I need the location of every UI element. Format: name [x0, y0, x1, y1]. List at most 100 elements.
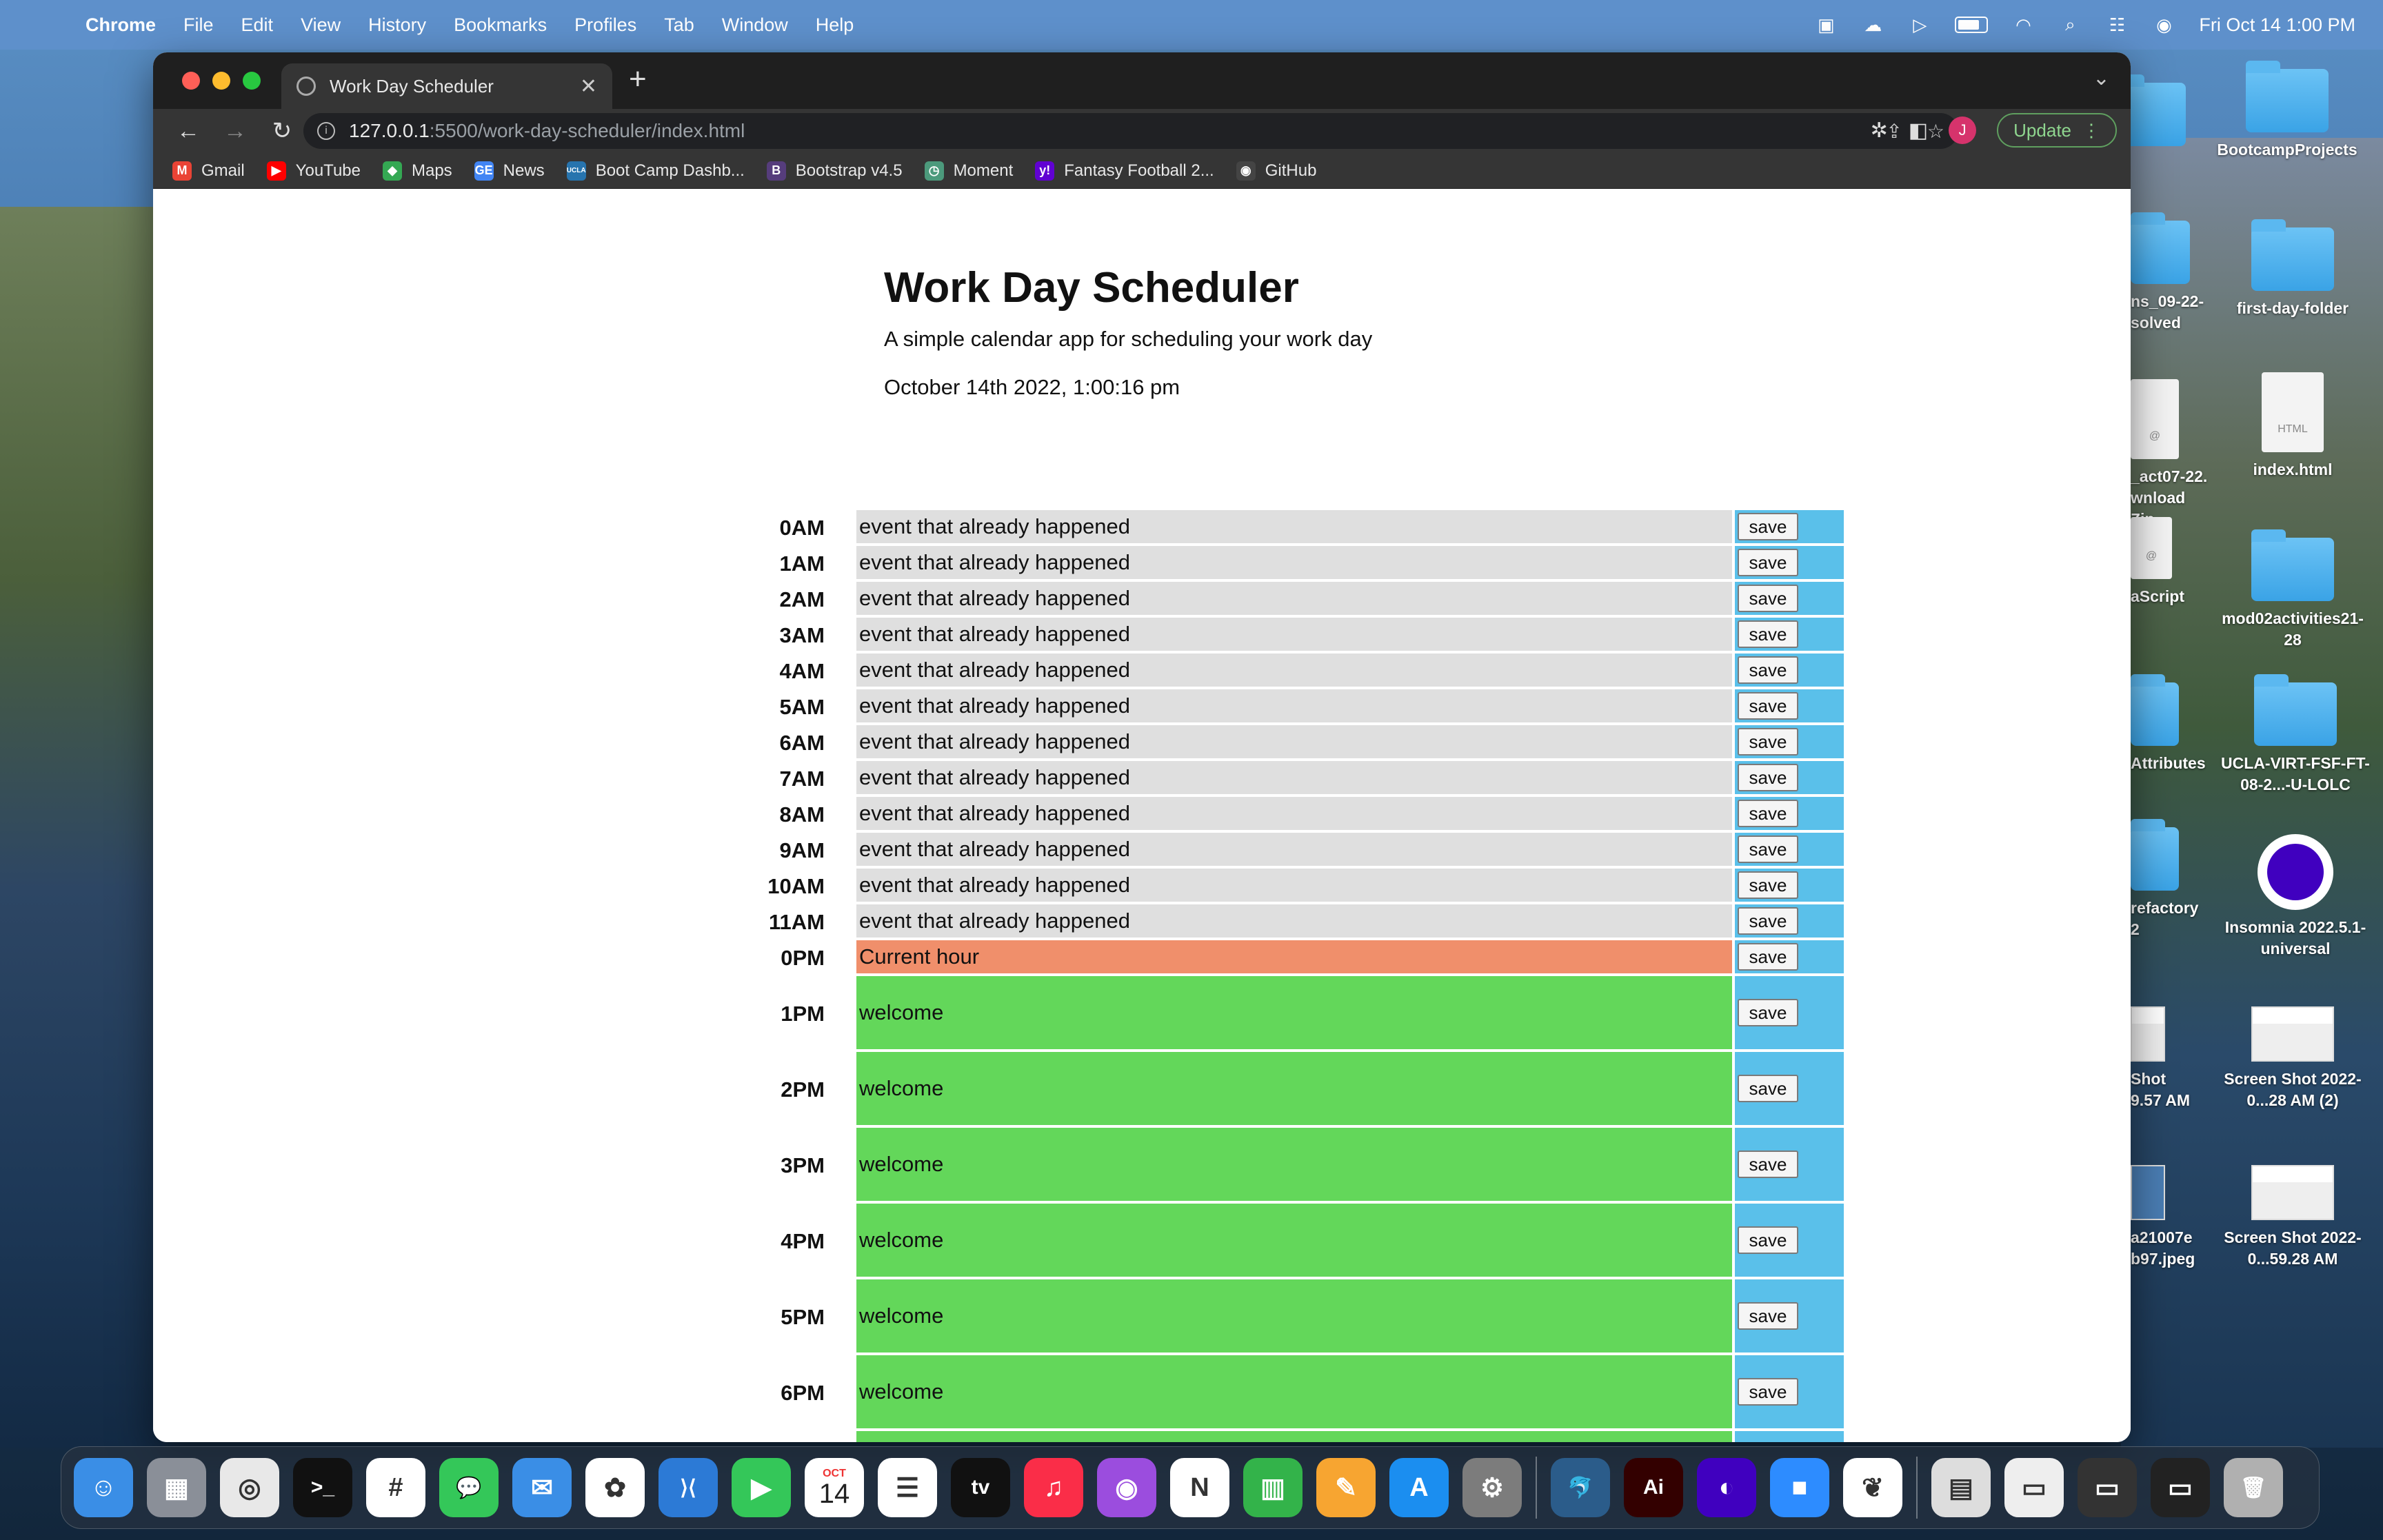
- dock-music-icon[interactable]: ♫: [1024, 1458, 1083, 1517]
- bookmark-item[interactable]: y! Fantasy Football 2...: [1035, 161, 1214, 181]
- dock-insomnia-icon[interactable]: ◐: [1697, 1458, 1756, 1517]
- desktop-partial-item[interactable]: ns_09-22- solved: [2131, 212, 2213, 334]
- desktop-folder-ucla-virt[interactable]: UCLA-VIRT-FSF-FT-08-2...-U-LOLC: [2216, 674, 2375, 796]
- save-button[interactable]: save: [1738, 1378, 1798, 1406]
- menu-bookmarks[interactable]: Bookmarks: [454, 14, 547, 36]
- spotlight-search-icon[interactable]: ⌕: [2058, 14, 2082, 35]
- event-textarea[interactable]: welcome: [856, 976, 1732, 1052]
- dock-mongodb-compass-icon[interactable]: ❦: [1843, 1458, 1902, 1517]
- event-textarea[interactable]: event that already happened: [856, 797, 1732, 833]
- desktop-partial-item[interactable]: @ _act07-22. wnload Zip: [2131, 379, 2213, 530]
- desktop-partial-item[interactable]: @ aScript: [2131, 517, 2213, 607]
- reload-button[interactable]: ↻: [270, 117, 294, 145]
- dock-slack-icon[interactable]: #: [366, 1458, 425, 1517]
- desktop-partial-item[interactable]: Shot 9.57 AM: [2131, 1006, 2213, 1111]
- menu-edit[interactable]: Edit: [241, 14, 274, 36]
- event-textarea[interactable]: event that already happened: [856, 618, 1732, 654]
- dock-vscode-icon[interactable]: ⟩⟨: [658, 1458, 718, 1517]
- dock-numbers-icon[interactable]: ▥: [1243, 1458, 1303, 1517]
- dock-photos-icon[interactable]: ✿: [585, 1458, 645, 1517]
- dock-terminal-icon[interactable]: >_: [293, 1458, 352, 1517]
- menu-history[interactable]: History: [368, 14, 426, 36]
- back-button[interactable]: ←: [177, 118, 200, 145]
- dock-podcasts-icon[interactable]: ◉: [1097, 1458, 1156, 1517]
- event-textarea[interactable]: event that already happened: [856, 869, 1732, 904]
- bookmark-item[interactable]: ◉ GitHub: [1236, 161, 1316, 181]
- new-tab-button[interactable]: +: [629, 62, 647, 97]
- dock-system-preferences-icon[interactable]: ⚙: [1462, 1458, 1522, 1517]
- menu-view[interactable]: View: [301, 14, 341, 36]
- event-textarea[interactable]: event that already happened: [856, 725, 1732, 761]
- media-play-icon[interactable]: ▷: [1908, 14, 1931, 35]
- event-textarea[interactable]: Current hour: [856, 940, 1732, 976]
- desktop-screenshot-2[interactable]: Screen Shot 2022-0...59.28 AM: [2213, 1165, 2372, 1270]
- dock-reminders-icon[interactable]: ☰: [878, 1458, 937, 1517]
- menu-help[interactable]: Help: [816, 14, 854, 36]
- save-button[interactable]: save: [1738, 692, 1798, 720]
- desktop-app-insomnia[interactable]: Insomnia 2022.5.1-universal: [2216, 834, 2375, 960]
- menu-file[interactable]: File: [183, 14, 214, 36]
- bookmark-item[interactable]: GE News: [474, 161, 545, 181]
- save-button[interactable]: save: [1738, 800, 1798, 827]
- dock-facetime-icon[interactable]: ▶: [732, 1458, 791, 1517]
- bookmark-item[interactable]: UCLA Boot Camp Dashb...: [566, 161, 745, 181]
- dock-mail-icon[interactable]: ✉: [512, 1458, 572, 1517]
- event-textarea[interactable]: event that already happened: [856, 761, 1732, 797]
- dock-recent-window-3-icon[interactable]: ▭: [2151, 1458, 2210, 1517]
- save-button[interactable]: save: [1738, 728, 1798, 756]
- wifi-icon[interactable]: ◠: [2011, 14, 2035, 35]
- dock-illustrator-icon[interactable]: Ai: [1624, 1458, 1683, 1517]
- dock-finder-icon[interactable]: ☺: [74, 1458, 133, 1517]
- save-button[interactable]: save: [1738, 620, 1798, 648]
- profile-avatar[interactable]: J: [1949, 116, 1977, 144]
- menu-window[interactable]: Window: [722, 14, 788, 36]
- tab-work-day-scheduler[interactable]: Work Day Scheduler ✕: [281, 63, 612, 109]
- event-textarea[interactable]: event that already happened: [856, 582, 1732, 618]
- site-info-icon[interactable]: i: [317, 122, 335, 140]
- event-textarea[interactable]: welcome: [856, 1279, 1732, 1355]
- menu-profiles[interactable]: Profiles: [574, 14, 636, 36]
- desktop-partial-item[interactable]: refactory 2: [2131, 819, 2213, 940]
- save-button[interactable]: save: [1738, 871, 1798, 899]
- bookmark-item[interactable]: ▶ YouTube: [266, 161, 361, 181]
- minimize-window-button[interactable]: [212, 72, 230, 90]
- desktop-partial-item[interactable]: a21007e b97.jpeg: [2131, 1165, 2213, 1270]
- zoom-status-icon[interactable]: ▣: [1814, 14, 1838, 35]
- event-textarea[interactable]: event that already happened: [856, 904, 1732, 940]
- bookmark-item[interactable]: ◷ Moment: [924, 161, 1013, 181]
- save-button[interactable]: save: [1738, 907, 1798, 935]
- dock-preview-doc-icon[interactable]: ▤: [1931, 1458, 1991, 1517]
- dock-apple-tv-icon[interactable]: tv: [951, 1458, 1010, 1517]
- menu-tab[interactable]: Tab: [664, 14, 694, 36]
- extensions-puzzle-icon[interactable]: ✲: [1871, 119, 1888, 143]
- forward-button[interactable]: →: [223, 118, 247, 145]
- event-textarea[interactable]: event that already happened: [856, 546, 1732, 582]
- desktop-screenshot-1[interactable]: Screen Shot 2022-0...28 AM (2): [2213, 1006, 2372, 1111]
- save-button[interactable]: save: [1738, 835, 1798, 863]
- tab-search-chevron-icon[interactable]: ⌄: [2093, 66, 2110, 90]
- save-button[interactable]: save: [1738, 1151, 1798, 1178]
- dock-recent-window-1-icon[interactable]: ▭: [2004, 1458, 2064, 1517]
- save-button[interactable]: save: [1738, 585, 1798, 612]
- zoom-window-button[interactable]: [243, 72, 261, 90]
- event-textarea[interactable]: welcome: [856, 1128, 1732, 1204]
- desktop-folder-bootcampprojects[interactable]: BootcampProjects: [2208, 61, 2366, 161]
- save-button[interactable]: save: [1738, 1302, 1798, 1330]
- event-textarea[interactable]: event that already happened: [856, 654, 1732, 689]
- siri-icon[interactable]: ◉: [2152, 14, 2175, 35]
- menu-bar-clock[interactable]: Fri Oct 14 1:00 PM: [2199, 14, 2355, 36]
- event-textarea[interactable]: welcome: [856, 1204, 1732, 1279]
- bookmark-item[interactable]: M Gmail: [172, 161, 245, 181]
- dock-chrome-icon[interactable]: ◎: [220, 1458, 279, 1517]
- dock-pages-icon[interactable]: ✎: [1316, 1458, 1376, 1517]
- save-button[interactable]: save: [1738, 656, 1798, 684]
- dock-app-store-icon[interactable]: A: [1389, 1458, 1449, 1517]
- close-tab-icon[interactable]: ✕: [580, 74, 597, 99]
- desktop-partial-item[interactable]: Attributes: [2131, 674, 2213, 774]
- save-button[interactable]: save: [1738, 999, 1798, 1026]
- dock-recent-window-2-icon[interactable]: ▭: [2078, 1458, 2137, 1517]
- dock-zoom-icon[interactable]: ■: [1770, 1458, 1829, 1517]
- event-textarea[interactable]: welcome: [856, 1355, 1732, 1431]
- desktop-file-index-html[interactable]: HTML index.html: [2213, 372, 2372, 480]
- battery-icon[interactable]: [1955, 17, 1989, 33]
